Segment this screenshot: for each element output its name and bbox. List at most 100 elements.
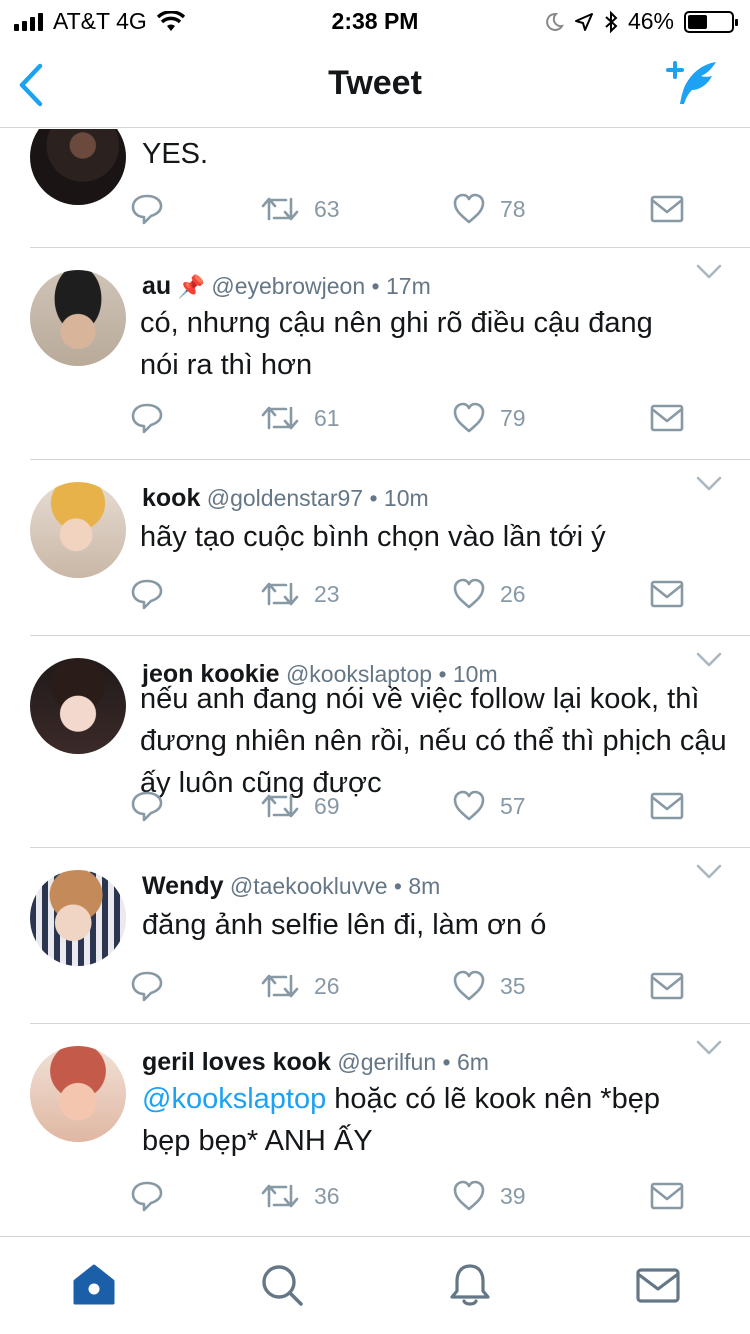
user-handle[interactable]: @goldenstar97	[207, 485, 363, 511]
tweet-time: • 6m	[442, 1049, 489, 1075]
home-icon[interactable]	[70, 1261, 118, 1309]
message-button[interactable]	[650, 786, 684, 826]
avatar[interactable]	[30, 658, 126, 754]
heart-icon	[453, 578, 485, 609]
compose-tweet-icon[interactable]	[664, 58, 720, 108]
tweet-time: • 10m	[369, 485, 429, 511]
retweet-count: 63	[314, 195, 340, 222]
like-count: 78	[500, 195, 526, 222]
chevron-down-icon[interactable]	[696, 652, 722, 668]
message-button[interactable]	[650, 966, 684, 1006]
envelope-icon	[650, 792, 684, 820]
display-name[interactable]: kook	[142, 484, 200, 512]
heart-icon	[453, 193, 485, 224]
notifications-icon[interactable]	[446, 1261, 494, 1309]
reply-timeline: YES. 63 78 au 📌 @eyebrowjeon • 17m có, n…	[0, 129, 750, 1235]
retweet-button[interactable]: 23	[260, 574, 340, 614]
status-bar: AT&T 4G 2:38 PM 46%	[0, 0, 750, 40]
page-title: Tweet	[328, 64, 422, 102]
tweet[interactable]: jeon kookie @kookslaptop • 10m nếu anh đ…	[0, 636, 750, 848]
heart-icon	[453, 402, 485, 433]
retweet-count: 36	[314, 1182, 340, 1209]
tweet-actions: 69 57	[130, 786, 700, 826]
avatar[interactable]	[30, 270, 126, 366]
tweet-text: @kookslaptop hoặc có lẽ kook nên *bẹp bẹ…	[142, 1078, 662, 1162]
retweet-icon	[261, 582, 299, 606]
retweet-count: 26	[314, 972, 340, 999]
navigation-bar: Tweet	[0, 40, 750, 128]
envelope-icon	[650, 195, 684, 223]
user-handle[interactable]: @taekookluvve	[230, 873, 388, 899]
reply-button[interactable]	[130, 1176, 164, 1216]
messages-icon[interactable]	[634, 1261, 682, 1309]
reply-button[interactable]	[130, 786, 164, 826]
heart-icon	[453, 970, 485, 1001]
retweet-button[interactable]: 63	[260, 189, 340, 229]
tweet[interactable]: au 📌 @eyebrowjeon • 17m có, nhưng cậu nê…	[0, 248, 750, 460]
pin-emoji: 📌	[177, 274, 205, 299]
tab-bar	[0, 1236, 750, 1334]
retweet-icon	[261, 1184, 299, 1208]
retweet-icon	[261, 406, 299, 430]
envelope-icon	[650, 580, 684, 608]
message-button[interactable]	[650, 574, 684, 614]
heart-icon	[453, 1180, 485, 1211]
reply-button[interactable]	[130, 189, 164, 229]
tweet-actions: 36 39	[130, 1176, 700, 1216]
search-icon[interactable]	[258, 1261, 306, 1309]
reply-icon	[131, 579, 163, 610]
like-button[interactable]: 26	[452, 574, 526, 614]
chevron-down-icon[interactable]	[696, 476, 722, 492]
tweet-actions: 23 26	[130, 574, 700, 614]
moon-icon	[546, 12, 564, 31]
user-handle[interactable]: @eyebrowjeon	[211, 273, 365, 299]
bluetooth-icon	[605, 10, 618, 33]
avatar[interactable]	[30, 482, 126, 578]
retweet-count: 23	[314, 580, 340, 607]
envelope-icon	[650, 404, 684, 432]
location-icon	[574, 12, 593, 31]
message-button[interactable]	[650, 189, 684, 229]
tweet-time: • 8m	[393, 873, 441, 899]
like-count: 39	[500, 1182, 526, 1209]
user-handle[interactable]: @gerilfun	[337, 1049, 436, 1075]
chevron-down-icon[interactable]	[696, 864, 722, 880]
battery-percent: 46%	[627, 8, 674, 34]
tweet-actions: 61 79	[130, 398, 700, 438]
like-button[interactable]: 35	[452, 966, 526, 1006]
retweet-button[interactable]: 36	[260, 1176, 340, 1216]
reply-button[interactable]	[130, 966, 164, 1006]
tweet-text: YES.	[142, 138, 209, 170]
avatar[interactable]	[30, 1046, 126, 1142]
mention-link[interactable]: @kookslaptop	[142, 1083, 326, 1115]
display-name[interactable]: geril loves kook	[142, 1048, 331, 1076]
like-count: 26	[500, 580, 526, 607]
avatar[interactable]	[30, 129, 126, 205]
chevron-down-icon[interactable]	[696, 264, 722, 280]
tweet-header: Wendy @taekookluvve • 8m	[142, 872, 440, 901]
message-button[interactable]	[650, 1176, 684, 1216]
reply-icon	[131, 403, 163, 434]
tweet[interactable]: kook @goldenstar97 • 10m hãy tạo cuộc bì…	[0, 460, 750, 636]
tweet-text: hãy tạo cuộc bình chọn vào lần tới ý	[140, 521, 606, 553]
like-button[interactable]: 57	[452, 786, 526, 826]
retweet-button[interactable]: 26	[260, 966, 340, 1006]
reply-icon	[131, 971, 163, 1002]
display-name[interactable]: au	[142, 272, 171, 300]
like-button[interactable]: 78	[452, 189, 526, 229]
reply-button[interactable]	[130, 574, 164, 614]
reply-icon	[131, 791, 163, 822]
message-button[interactable]	[650, 398, 684, 438]
avatar[interactable]	[30, 870, 126, 966]
tweet-header: au 📌 @eyebrowjeon • 17m	[142, 272, 431, 301]
like-button[interactable]: 39	[452, 1176, 526, 1216]
tweet[interactable]: geril loves kook @gerilfun • 6m @kooksla…	[0, 1024, 750, 1235]
display-name[interactable]: Wendy	[142, 872, 224, 900]
tweet[interactable]: YES. 63 78	[0, 129, 750, 248]
like-button[interactable]: 79	[452, 398, 526, 438]
tweet[interactable]: Wendy @taekookluvve • 8m đăng ảnh selfie…	[0, 848, 750, 1024]
reply-button[interactable]	[130, 398, 164, 438]
chevron-down-icon[interactable]	[696, 1040, 722, 1056]
retweet-button[interactable]: 61	[260, 398, 340, 438]
retweet-button[interactable]: 69	[260, 786, 340, 826]
